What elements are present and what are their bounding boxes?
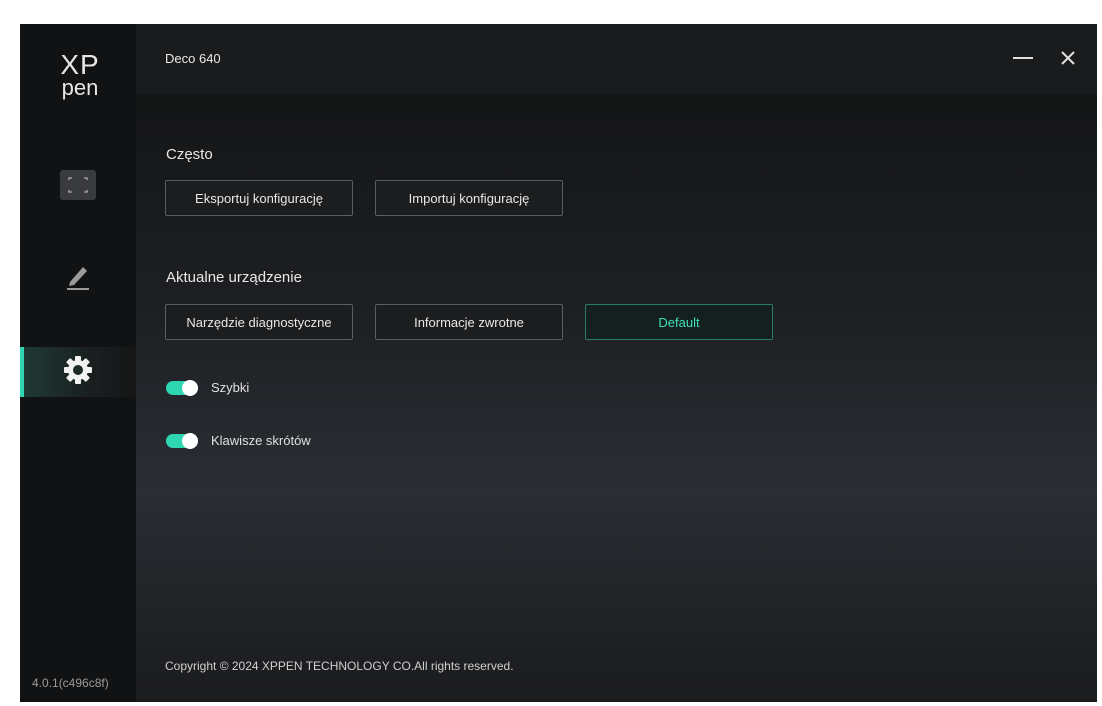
diagnostic-tool-button[interactable]: Narzędzie diagnostyczne <box>165 304 353 340</box>
section-title-often: Często <box>166 146 213 163</box>
minimize-button[interactable] <box>1003 40 1043 76</box>
sidebar: XP pen 4.0.1(c496c8f) <box>20 24 136 702</box>
sidebar-item-work-area[interactable] <box>20 162 136 212</box>
default-button[interactable]: Default <box>585 304 773 340</box>
title-bar: Deco 640 <box>136 24 1097 94</box>
shortcuts-toggle-label: Klawisze skrótów <box>211 433 311 448</box>
toggle-knob <box>182 379 198 396</box>
sidebar-item-settings[interactable] <box>20 347 136 397</box>
settings-panel: Często Eksportuj konfigurację Importuj k… <box>136 94 1097 702</box>
fast-toggle-label: Szybki <box>211 380 250 395</box>
logo-pen-text: pen <box>61 75 99 100</box>
toggle-row-fast: Szybki <box>166 379 250 396</box>
work-area-icon <box>60 169 96 205</box>
xppen-logo: XP pen <box>50 51 110 102</box>
minimize-icon <box>1013 57 1033 59</box>
export-config-button[interactable]: Eksportuj konfigurację <box>165 180 353 216</box>
active-indicator <box>20 347 24 397</box>
feedback-button[interactable]: Informacje zwrotne <box>375 304 563 340</box>
shortcuts-toggle[interactable] <box>166 432 198 449</box>
app-window: XP pen 4.0.1(c496c8f) Deco 640 Często Ek… <box>20 24 1097 702</box>
pen-icon <box>64 261 92 296</box>
close-button[interactable] <box>1048 40 1088 76</box>
sidebar-item-pen[interactable] <box>20 253 136 303</box>
copyright-text: Copyright © 2024 XPPEN TECHNOLOGY CO.All… <box>165 659 514 673</box>
section-title-current-device: Aktualne urządzenie <box>166 269 302 286</box>
fast-toggle[interactable] <box>166 379 198 396</box>
close-icon <box>1061 51 1075 65</box>
device-title: Deco 640 <box>165 51 221 66</box>
toggle-row-shortcuts: Klawisze skrótów <box>166 432 311 449</box>
gear-icon <box>63 355 93 390</box>
toggle-knob <box>182 432 198 449</box>
version-label: 4.0.1(c496c8f) <box>32 676 109 690</box>
import-config-button[interactable]: Importuj konfigurację <box>375 180 563 216</box>
